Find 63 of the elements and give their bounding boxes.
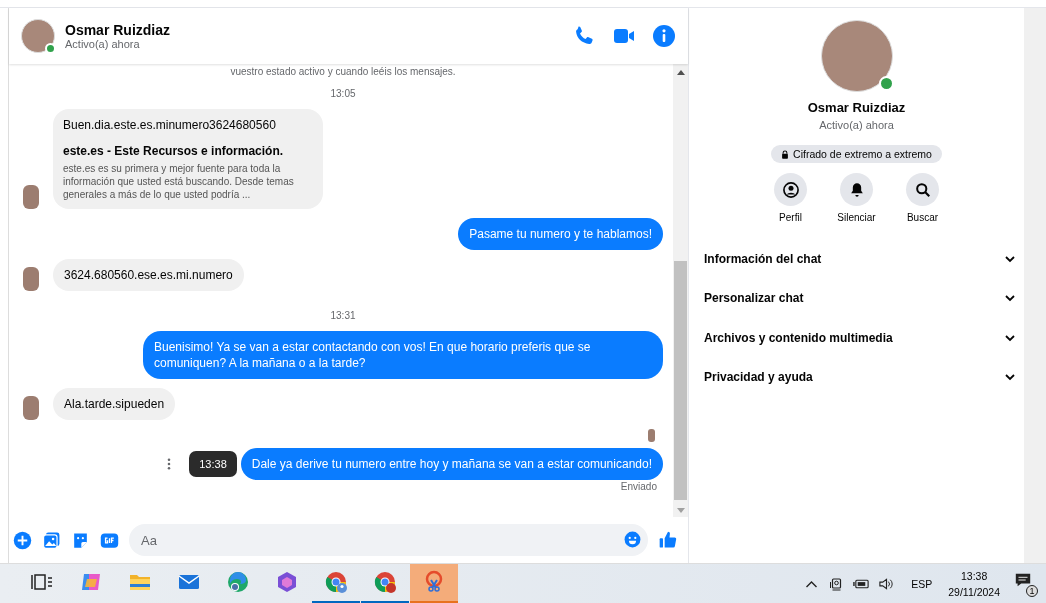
scrollbar-thumb[interactable] — [674, 261, 687, 500]
notifications-button[interactable]: 1 — [1014, 570, 1038, 597]
profile-photo[interactable] — [21, 19, 55, 53]
time-tooltip: 13:38 — [189, 451, 237, 477]
action-button[interactable] — [906, 173, 939, 206]
browser-icon — [226, 570, 250, 594]
gif-icon[interactable] — [100, 530, 119, 550]
timestamp: 13:05 — [329, 88, 357, 99]
section-label: Información del chat — [704, 251, 822, 266]
contact-status: Activo(a) ahora — [65, 38, 141, 50]
image-icon[interactable] — [42, 530, 61, 550]
seen-avatar — [648, 429, 655, 442]
encryption-label: Cifrado de extremo a extremo — [793, 148, 932, 160]
section-row[interactable]: Personalizar chat — [689, 278, 1024, 318]
emoji-icon[interactable] — [623, 530, 642, 549]
action-label: Perfil — [779, 212, 802, 223]
notice-text: vuestro estado activo y cuando leéis los mensajes. — [229, 66, 457, 78]
scroll-down-arrow[interactable] — [676, 508, 685, 513]
action-label: Silenciar — [837, 212, 876, 223]
sender-photo — [23, 267, 39, 291]
action-label: Buscar — [906, 212, 939, 223]
message-text: Buen.dia.este.es.minumero3624680560 — [63, 117, 277, 133]
link-title[interactable]: este.es - Este Recursos e información. — [63, 143, 313, 159]
speaker-icon[interactable] — [878, 575, 896, 592]
profile-icon — [780, 179, 801, 200]
sender-photo — [23, 396, 39, 420]
message-input[interactable]: Aa — [129, 524, 648, 556]
contact-name: Osmar Ruizdiaz — [807, 100, 906, 115]
section-row[interactable]: Privacidad y ayuda — [689, 357, 1024, 397]
message-bubble: Pasame tu numero y te hablamos! — [458, 218, 663, 250]
encryption-badge[interactable]: Cifrado de extremo a extremo — [771, 145, 942, 163]
thumbs-up-icon[interactable] — [658, 530, 678, 550]
message-bubble: Ala.tarde.sipueden — [53, 388, 176, 420]
info-icon[interactable] — [652, 24, 676, 48]
contact-name: Osmar Ruizdiaz — [65, 22, 172, 38]
notification-count: 1 — [1026, 584, 1038, 597]
lock-icon — [781, 149, 790, 159]
action-button[interactable] — [840, 173, 873, 206]
message-bubble: 3624.680560.ese.es.mi.numero — [53, 259, 244, 291]
chrome-icon — [373, 570, 397, 594]
plus-icon[interactable] — [13, 530, 32, 550]
section-row[interactable]: Información del chat — [689, 239, 1024, 279]
scroll-up-arrow[interactable] — [676, 70, 685, 75]
sender-photo — [23, 185, 39, 209]
language-indicator[interactable]: ESP — [911, 577, 933, 590]
chrome-icon — [324, 570, 348, 594]
clock[interactable]: 13:38 29/11/2024 — [948, 567, 1000, 600]
section-row[interactable]: Archivos y contenido multimedia — [689, 318, 1024, 358]
scrollbar[interactable] — [673, 64, 688, 517]
delivery-status: Enviado — [619, 481, 657, 492]
message-bubble: Dale ya derive tu numero entre hoy y mañana se van a estar comunicando! — [240, 448, 663, 480]
section-label: Archivos y contenido multimedia — [704, 330, 893, 345]
more-options-icon[interactable] — [167, 458, 172, 470]
section-label: Personalizar chat — [704, 291, 804, 306]
section-label: Privacidad y ayuda — [704, 370, 813, 385]
timestamp: 13:31 — [329, 310, 357, 321]
sticker-icon[interactable] — [71, 530, 90, 550]
link-description: este.es es su primera y mejor fuente para toda la información que usted está buscando. Desde temas generales a más de lo que usted podría ... — [63, 162, 295, 201]
taskbar-app[interactable] — [410, 563, 458, 603]
contact-status: Activo(a) ahora — [819, 119, 894, 131]
hexagon-app-icon — [275, 570, 299, 594]
action-button[interactable] — [774, 173, 807, 206]
message-bubble: Buenisimo! Ya se van a estar contactando con vos! En que horario preferis que se comuniquen? A la mañana o a la tarde? — [143, 331, 663, 379]
